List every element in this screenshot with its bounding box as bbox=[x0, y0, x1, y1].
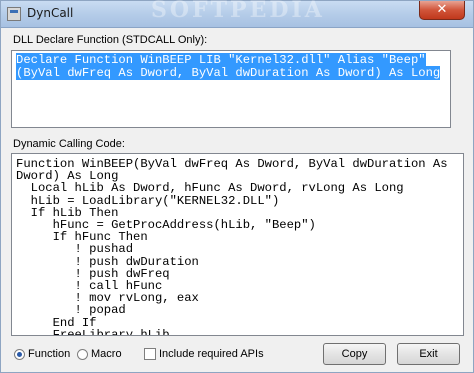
function-radio[interactable] bbox=[14, 349, 25, 360]
include-apis-label[interactable]: Include required APIs bbox=[159, 348, 264, 360]
code-line: FreeLibrary hLib bbox=[16, 327, 170, 336]
copy-button[interactable]: Copy bbox=[323, 343, 386, 365]
code-textarea[interactable]: Function WinBEEP(ByVal dwFreq As Dword, … bbox=[11, 153, 464, 336]
exit-button[interactable]: Exit bbox=[397, 343, 460, 365]
declare-label: DLL Declare Function (STDCALL Only): bbox=[13, 34, 208, 46]
macro-radio[interactable] bbox=[77, 349, 88, 360]
close-button[interactable]: ✕ bbox=[419, 1, 465, 20]
watermark: SOFTPEDIA bbox=[151, 0, 325, 23]
declare-line-1: Declare Function WinBEEP LIB "Kernel32.d… bbox=[16, 53, 426, 67]
window-title: DynCall bbox=[27, 6, 74, 20]
dyncall-window: DynCall SOFTPEDIA ✕ DLL Declare Function… bbox=[0, 0, 474, 373]
function-radio-label[interactable]: Function bbox=[28, 348, 70, 360]
declare-textarea[interactable]: Declare Function WinBEEP LIB "Kernel32.d… bbox=[11, 50, 451, 128]
include-apis-checkbox[interactable] bbox=[144, 348, 156, 360]
code-label: Dynamic Calling Code: bbox=[13, 138, 125, 150]
declare-text: Declare Function WinBEEP LIB "Kernel32.d… bbox=[12, 51, 450, 83]
macro-radio-label[interactable]: Macro bbox=[91, 348, 122, 360]
declare-line-2: (ByVal dwFreq As Dword, ByVal dwDuration… bbox=[16, 66, 441, 80]
code-text: Function WinBEEP(ByVal dwFreq As Dword, … bbox=[12, 154, 463, 336]
title-bar[interactable]: DynCall SOFTPEDIA ✕ bbox=[1, 0, 473, 28]
app-icon bbox=[7, 7, 21, 21]
